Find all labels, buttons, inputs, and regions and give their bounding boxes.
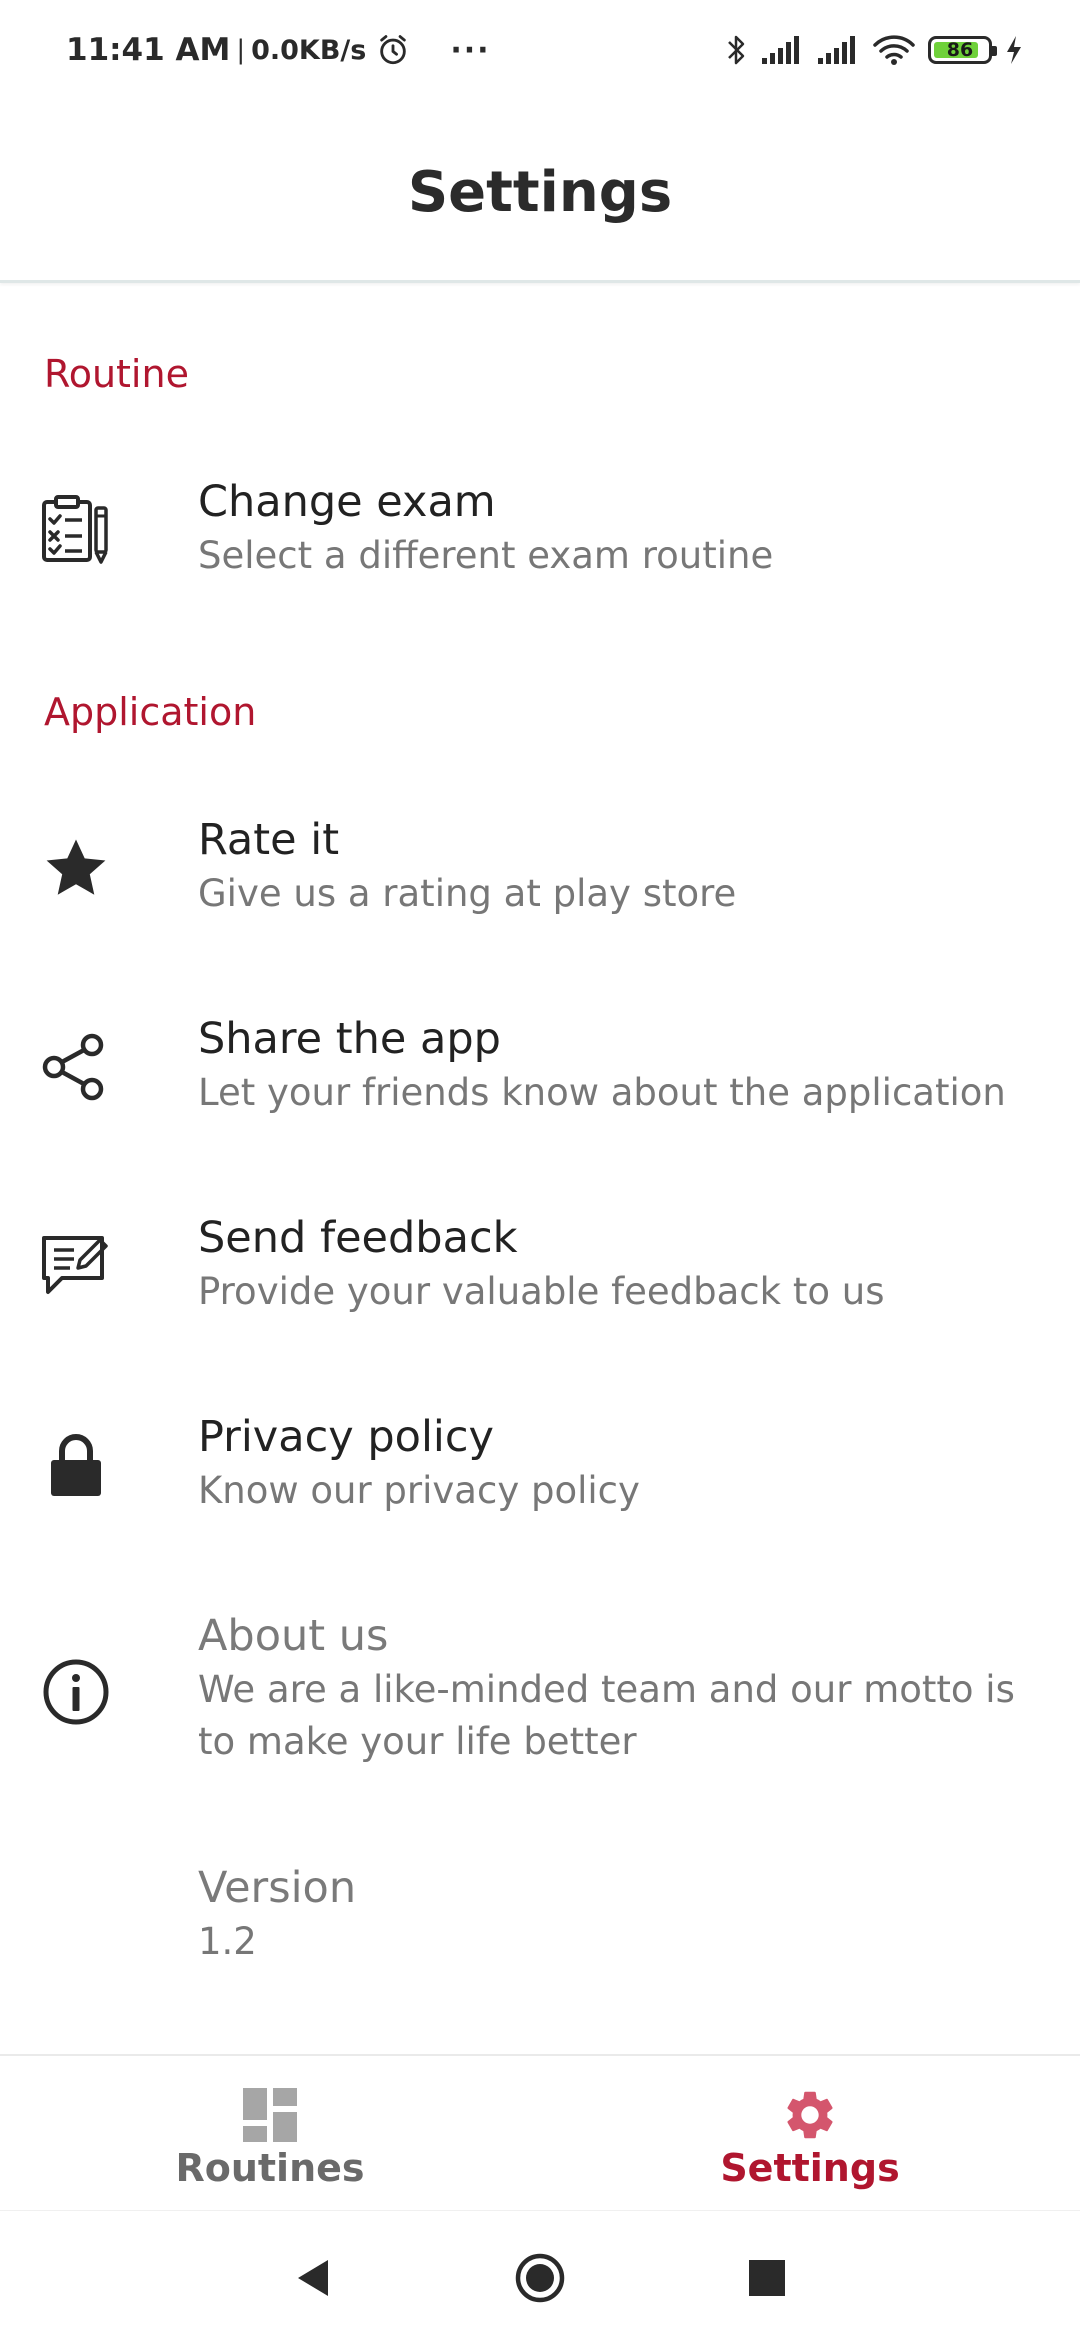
share-icon: [40, 1031, 112, 1103]
settings-item-feedback[interactable]: Send feedback Provide your valuable feed…: [0, 1206, 1080, 1326]
settings-item-share[interactable]: Share the app Let your friends know abou…: [0, 1007, 1080, 1127]
settings-item-version: Version 1.2: [0, 1856, 1080, 1976]
home-icon[interactable]: [513, 2251, 567, 2305]
section-header-routine: Routine: [44, 352, 189, 396]
bluetooth-icon: [728, 35, 745, 65]
nav-item-settings[interactable]: Settings: [540, 2056, 1080, 2212]
settings-item-subtitle: Give us a rating at play store: [198, 872, 737, 915]
feedback-icon: [40, 1230, 112, 1302]
signal-icon: [762, 36, 799, 64]
settings-item-title: About us: [198, 1611, 389, 1661]
settings-item-text: Version 1.2: [198, 1860, 1040, 1968]
section-header-application: Application: [44, 690, 257, 734]
page-title: Settings: [407, 159, 673, 225]
charging-icon: [1007, 36, 1021, 64]
version-title: Version: [198, 1863, 357, 1913]
settings-item-subtitle: Know our privacy policy: [198, 1469, 640, 1512]
info-icon: [40, 1656, 112, 1728]
settings-item-subtitle: Provide your valuable feedback to us: [198, 1270, 885, 1313]
system-navigation-bar: [0, 2210, 1080, 2341]
settings-item-title: Rate it: [198, 815, 340, 865]
settings-item-privacy[interactable]: Privacy policy Know our privacy policy: [0, 1405, 1080, 1525]
settings-item-about[interactable]: About us We are a like-minded team and o…: [0, 1604, 1080, 1780]
status-separator: |: [236, 35, 246, 65]
settings-item-text: Share the app Let your friends know abou…: [198, 1011, 1040, 1119]
nav-label-settings: Settings: [720, 2146, 900, 2190]
settings-item-text: About us We are a like-minded team and o…: [198, 1608, 1040, 1768]
settings-item-text: Rate it Give us a rating at play store: [198, 812, 1040, 920]
gear-icon: [787, 2091, 833, 2139]
settings-item-title: Send feedback: [198, 1213, 518, 1263]
battery-percent: 86: [946, 39, 974, 61]
status-time: 11:41 AM: [66, 32, 231, 68]
lock-icon: [40, 1429, 112, 1501]
settings-item-subtitle: We are a like-minded team and our motto …: [198, 1668, 1015, 1763]
status-bar: 11:41 AM | 0.0KB/s ··· 86: [0, 0, 1080, 100]
app-bar: Settings: [0, 100, 1080, 283]
settings-item-title: Change exam: [198, 477, 496, 527]
status-left: 11:41 AM | 0.0KB/s ···: [66, 28, 491, 72]
more-notifications-indicator: ···: [450, 32, 491, 68]
bottom-navigation: Routines Settings: [0, 2054, 1080, 2212]
battery-icon: 86: [928, 36, 997, 64]
nav-item-routines[interactable]: Routines: [0, 2056, 540, 2212]
battery-cap: [992, 46, 997, 56]
star-icon: [40, 832, 112, 904]
version-value: 1.2: [198, 1920, 257, 1963]
settings-item-subtitle: Let your friends know about the applicat…: [198, 1071, 1006, 1114]
settings-item-text: Send feedback Provide your valuable feed…: [198, 1210, 1040, 1318]
settings-item-text: Change exam Select a different exam rout…: [198, 474, 1040, 582]
settings-item-rate[interactable]: Rate it Give us a rating at play store: [0, 808, 1080, 928]
alarm-icon: [380, 35, 407, 65]
clipboard-checklist-icon: [40, 494, 112, 566]
status-right: 86: [724, 28, 1024, 72]
nav-label-routines: Routines: [175, 2146, 365, 2190]
settings-item-text: Privacy policy Know our privacy policy: [198, 1409, 1040, 1517]
network-speed: 0.0KB/s: [251, 34, 367, 66]
settings-item-title: Privacy policy: [198, 1412, 494, 1462]
wifi-icon: [873, 35, 915, 65]
settings-item-title: Share the app: [198, 1014, 501, 1064]
back-icon[interactable]: [286, 2251, 340, 2305]
settings-item-change-exam[interactable]: Change exam Select a different exam rout…: [0, 470, 1080, 590]
recent-apps-icon[interactable]: [740, 2251, 794, 2305]
settings-item-subtitle: Select a different exam routine: [198, 534, 774, 577]
dashboard-icon: [243, 2088, 297, 2142]
signal-icon: [818, 36, 855, 64]
